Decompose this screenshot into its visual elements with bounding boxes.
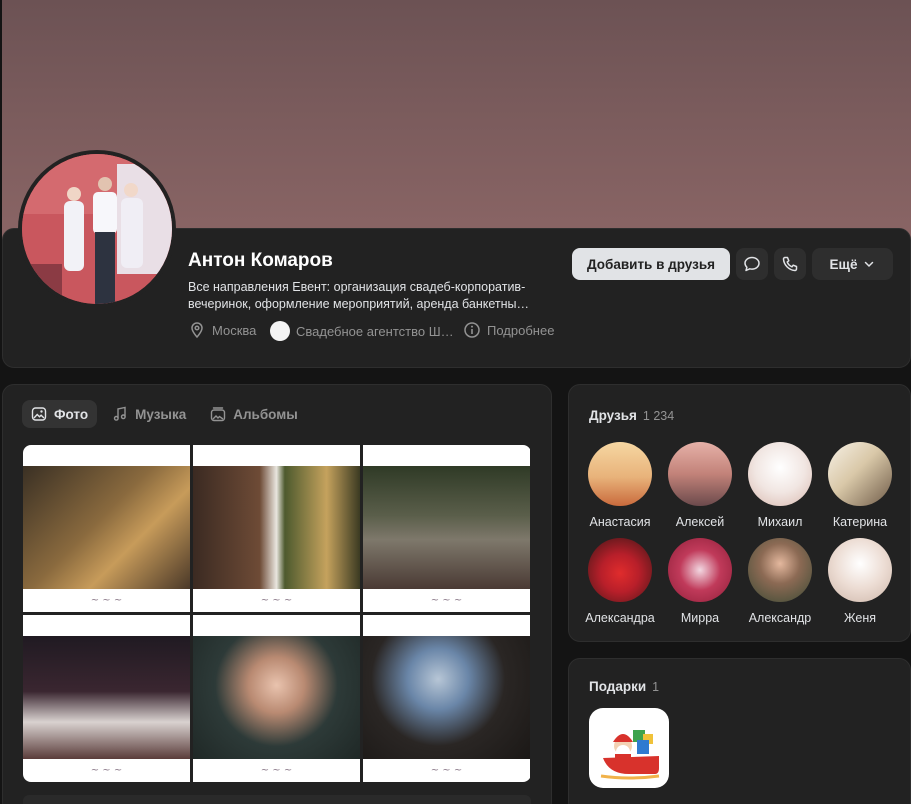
watermark-logo: ~ ~ ~ [260,595,293,606]
gifts-count: 1 [652,680,660,694]
profile-avatar[interactable] [18,150,176,308]
friend-card[interactable]: Александр [740,538,820,625]
media-tabs: Фото Музыка Альбомы [22,400,307,428]
avatar [828,538,892,602]
location-icon [191,322,203,339]
profile-city[interactable]: Москва [188,321,256,339]
photo-thumbnail[interactable]: ~ ~ ~ [363,445,530,612]
phone-icon [782,256,798,272]
profile-bio[interactable]: Все направления Евент: организация сваде… [188,279,558,313]
friend-card[interactable]: Александра [580,538,660,625]
call-button[interactable] [774,248,806,280]
photo-thumbnail[interactable]: ~ ~ ~ [23,615,190,782]
gifts-title: Подарки [589,679,647,694]
tab-albums-label: Альбомы [233,406,298,422]
add-friend-button[interactable]: Добавить в друзья [572,248,730,280]
photo-thumbnail[interactable]: ~ ~ ~ [193,615,360,782]
photo-grid: ~ ~ ~ ~ ~ ~ ~ ~ ~ ~ ~ ~ ~ ~ ~ ~ ~ ~ [23,445,531,782]
tab-photos-label: Фото [54,406,89,422]
profile-name: Антон Комаров [188,250,333,271]
next-section-edge [23,795,531,804]
profile-more-info-label: Подробнее [487,322,555,338]
friend-card[interactable]: Алексей [660,442,740,529]
watermark-logo: ~ ~ ~ [430,765,463,776]
photo-thumbnail[interactable]: ~ ~ ~ [23,445,190,612]
gifts-header[interactable]: Подарки 1 [589,679,659,694]
avatar [668,538,732,602]
photo-thumbnail[interactable]: ~ ~ ~ [363,615,530,782]
avatar [748,538,812,602]
avatar [748,442,812,506]
profile-city-label: Москва [212,322,257,338]
santa-sleigh-icon [600,730,660,780]
chevron-down-icon [865,261,874,268]
more-button-label: Ещё [829,256,858,272]
avatar-photo [22,154,172,304]
info-icon [464,322,480,338]
photo-icon [31,407,47,421]
avatar [668,442,732,506]
tab-albums[interactable]: Альбомы [201,400,307,428]
profile-work-label: Свадебное агентство Ш… [296,323,454,339]
friend-card[interactable]: Анастасия [580,442,660,529]
friend-card[interactable]: Женя [820,538,900,625]
avatar [828,442,892,506]
watermark-logo: ~ ~ ~ [90,595,123,606]
tab-photos[interactable]: Фото [22,400,98,428]
watermark-logo: ~ ~ ~ [430,595,463,606]
friend-name: Женя [843,611,876,625]
friend-name: Алексей [675,515,725,529]
avatar [588,442,652,506]
tab-music[interactable]: Музыка [103,400,195,428]
watermark-logo: ~ ~ ~ [90,765,123,776]
albums-icon [211,407,226,422]
friend-card[interactable]: Мирра [660,538,740,625]
friend-card[interactable]: Михаил [740,442,820,529]
friends-header[interactable]: Друзья 1 234 [589,408,674,423]
message-icon [744,256,760,272]
message-button[interactable] [736,248,768,280]
tab-music-label: Музыка [135,406,187,422]
friend-card[interactable]: Катерина [820,442,900,529]
friend-name: Александр [748,611,812,625]
friends-title: Друзья [589,408,637,423]
profile-more-info[interactable]: Подробнее [463,321,554,339]
gift-item[interactable] [589,708,669,788]
watermark-logo: ~ ~ ~ [260,765,293,776]
avatar [588,538,652,602]
friend-name: Катерина [832,515,888,529]
friend-name: Анастасия [589,515,651,529]
friend-name: Александра [585,611,655,625]
friend-name: Мирра [680,611,720,625]
friends-count: 1 234 [642,409,675,423]
more-button[interactable]: Ещё [812,248,893,280]
music-icon [113,406,126,421]
work-logo-icon [270,321,290,341]
profile-work[interactable]: Свадебное агентство Ш… [270,321,454,341]
friend-name: Михаил [757,515,803,529]
photo-thumbnail[interactable]: ~ ~ ~ [193,445,360,612]
